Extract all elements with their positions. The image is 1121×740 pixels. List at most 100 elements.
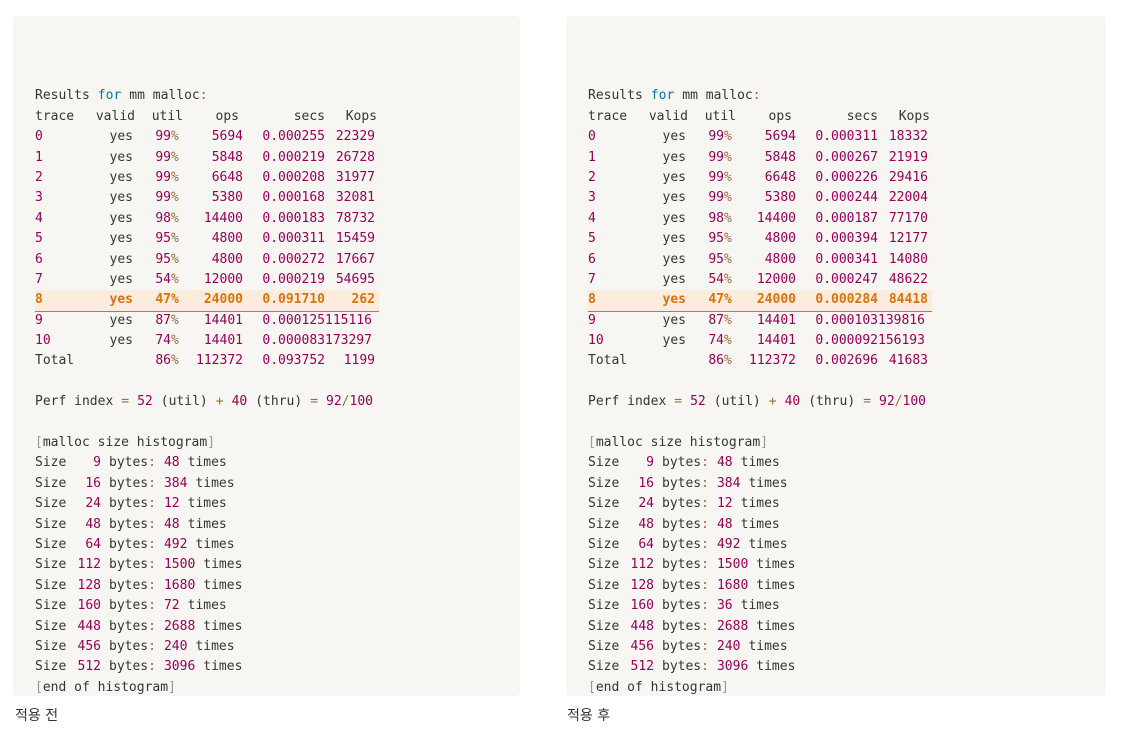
colon: : (148, 598, 156, 614)
equals: = (863, 394, 872, 410)
size-bytes: 24 (638, 496, 654, 512)
perf-total: 92 (879, 394, 895, 410)
bytes-word: bytes (109, 496, 149, 512)
table-row: 9 yes 87% 14401 0.000125115116 (35, 311, 372, 331)
valid-flag: yes (109, 190, 133, 206)
size-word: Size (35, 659, 67, 675)
times-word: times (740, 496, 780, 512)
colon: : (148, 516, 156, 532)
bytes-word: bytes (109, 638, 149, 654)
valid-flag: yes (109, 149, 133, 165)
kops-value: 15459 (335, 231, 375, 247)
colon: : (148, 455, 156, 471)
percent-sign: % (171, 292, 179, 308)
percent-sign: % (171, 312, 179, 328)
allocator-name: mm malloc (682, 88, 753, 104)
valid-flag: yes (662, 251, 686, 267)
table-row: 8 yes 47% 24000 0.091710 262 (35, 290, 379, 312)
column-header: valid (648, 108, 688, 124)
histogram-row: Size 456 bytes: 240 times (35, 637, 379, 657)
trace-id: 5 (588, 231, 596, 247)
column-header: valid (95, 108, 135, 124)
percent-sign: % (724, 353, 732, 369)
colon: : (199, 88, 208, 104)
keyword-for: for (97, 88, 122, 104)
size-bytes: 48 (638, 516, 654, 532)
histogram-row: Size 512 bytes: 3096 times (588, 657, 932, 677)
trace-id: 9 (588, 312, 596, 328)
colon: : (148, 536, 156, 552)
secs-value: 0.000219 (262, 149, 325, 165)
times-word: times (756, 618, 796, 634)
percent-sign: % (171, 210, 179, 226)
table-row: 3 yes 99% 5380 0.000244 22004 (588, 188, 928, 208)
size-bytes: 24 (85, 496, 101, 512)
histogram-row: Size 9 bytes: 48 times (588, 453, 932, 473)
secs-value: 0.000187 (815, 210, 878, 226)
times-word: times (740, 598, 780, 614)
count-value: 492 (163, 536, 188, 552)
trace-id: 10 (588, 333, 604, 349)
kops-value: 26728 (335, 149, 375, 165)
column-header: trace (35, 108, 75, 124)
kops-value: 173297 (325, 333, 372, 349)
size-bytes: 456 (630, 638, 654, 654)
histogram-row: Size 160 bytes: 36 times (588, 596, 932, 616)
secs-value: 0.000311 (815, 129, 878, 145)
percent-sign: % (724, 271, 732, 287)
ops-value: 5380 (211, 190, 243, 206)
trace-id: 3 (35, 190, 43, 206)
allocator-name: mm malloc (129, 88, 200, 104)
util-value: 86 (155, 353, 171, 369)
size-bytes: 128 (77, 577, 101, 593)
percent-sign: % (171, 169, 179, 185)
trace-id: 6 (35, 251, 43, 267)
count-value: 492 (716, 536, 741, 552)
secs-value: 0.000092 (815, 333, 878, 349)
size-word: Size (35, 557, 67, 573)
util-score: 52 (137, 394, 153, 410)
total-label: Total (588, 353, 628, 369)
bytes-word: bytes (109, 598, 149, 614)
ops-value: 5694 (211, 129, 243, 145)
ops-value: 4800 (764, 231, 796, 247)
trace-id: 5 (35, 231, 43, 247)
percent-sign: % (724, 251, 732, 267)
secs-value: 0.000284 (815, 292, 878, 308)
trace-id: 8 (35, 292, 43, 308)
size-word: Size (588, 455, 620, 471)
size-bytes: 9 (93, 455, 101, 471)
times-word: times (195, 536, 235, 552)
total-label: Total (35, 353, 75, 369)
times-word: times (203, 557, 243, 573)
results-label: Results (588, 88, 643, 104)
bracket: [ (35, 435, 43, 451)
ops-value: 24000 (756, 292, 796, 308)
count-value: 72 (163, 598, 180, 614)
histogram-end-text: end of histogram (42, 679, 169, 695)
column-header: Kops (345, 108, 377, 124)
ops-value: 5380 (764, 190, 796, 206)
util-value: 54 (708, 271, 724, 287)
secs-value: 0.000219 (262, 271, 325, 287)
count-value: 12 (716, 496, 733, 512)
colon: : (148, 475, 156, 491)
colon: : (148, 659, 156, 675)
table-row: 4 yes 98% 14400 0.000187 77170 (588, 209, 928, 229)
secs-value: 0.000083 (262, 333, 325, 349)
count-value: 240 (716, 638, 741, 654)
size-word: Size (35, 598, 67, 614)
ops-value: 14400 (203, 210, 243, 226)
valid-flag: yes (662, 333, 686, 349)
histogram-row: Size 64 bytes: 492 times (35, 535, 379, 555)
bytes-word: bytes (662, 475, 702, 491)
bytes-word: bytes (109, 516, 149, 532)
ops-value: 12000 (203, 271, 243, 287)
secs-value: 0.000183 (262, 210, 325, 226)
kops-value: 22329 (335, 129, 375, 145)
colon: : (701, 496, 709, 512)
size-bytes: 448 (77, 618, 101, 634)
bytes-word: bytes (662, 536, 702, 552)
percent-sign: % (724, 231, 732, 247)
bracket: [ (35, 679, 43, 695)
